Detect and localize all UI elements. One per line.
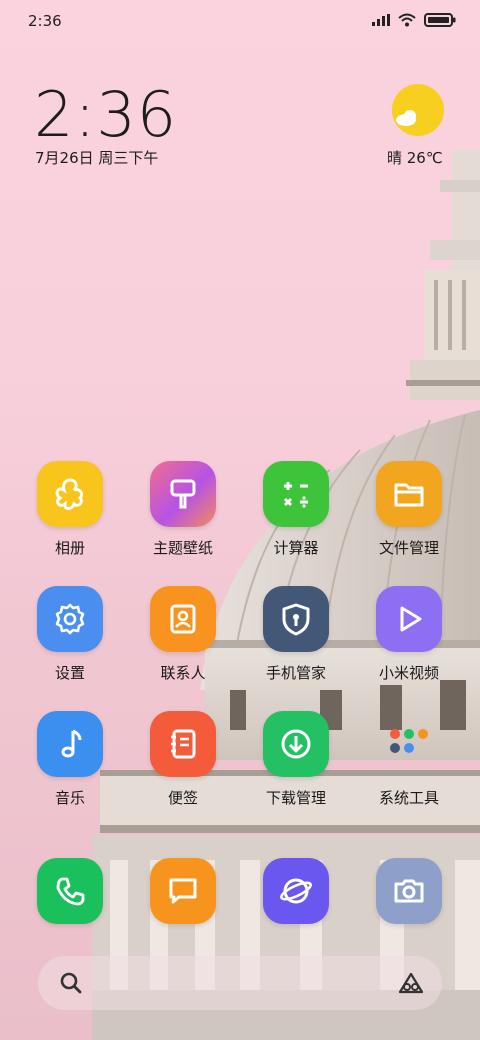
app-label: 主题壁纸 bbox=[152, 539, 213, 557]
battery-icon bbox=[424, 13, 456, 27]
assistant-icon[interactable] bbox=[398, 972, 424, 994]
app-mi-video[interactable]: 小米视频 bbox=[359, 586, 459, 683]
status-bar: 2:36 bbox=[0, 0, 480, 40]
status-icons bbox=[372, 13, 456, 27]
signal-icon bbox=[372, 14, 390, 26]
app-contacts[interactable]: 联系人 bbox=[133, 586, 233, 683]
clock-time[interactable]: 2:36 bbox=[34, 78, 177, 151]
app-label: 计算器 bbox=[273, 539, 319, 557]
app-themes[interactable]: 主题壁纸 bbox=[133, 461, 233, 558]
app-gallery[interactable]: 相册 bbox=[20, 461, 120, 558]
message-icon bbox=[150, 858, 216, 924]
folder-icon bbox=[376, 461, 442, 527]
app-settings[interactable]: 设置 bbox=[20, 586, 120, 683]
app-label: 文件管理 bbox=[378, 539, 439, 557]
notes-icon bbox=[150, 711, 216, 777]
app-label: 手机管家 bbox=[265, 664, 326, 682]
video-play-icon bbox=[376, 586, 442, 652]
app-label: 系统工具 bbox=[378, 789, 439, 807]
app-notes[interactable]: 便签 bbox=[133, 711, 233, 808]
clock-date: 7月26日 周三下午 bbox=[35, 149, 159, 167]
app-label: 相册 bbox=[54, 539, 85, 557]
app-label: 小米视频 bbox=[378, 664, 439, 682]
search-bar[interactable] bbox=[38, 956, 442, 1010]
dock-messages[interactable] bbox=[133, 858, 233, 924]
partly-sunny-icon[interactable] bbox=[392, 84, 444, 136]
themes-brush-icon bbox=[150, 461, 216, 527]
browser-icon bbox=[263, 858, 329, 924]
app-label: 下载管理 bbox=[265, 789, 326, 807]
security-shield-icon bbox=[263, 586, 329, 652]
dock-camera[interactable] bbox=[359, 858, 459, 924]
app-music[interactable]: 音乐 bbox=[20, 711, 120, 808]
wifi-icon bbox=[398, 13, 416, 27]
app-folder-system-tools[interactable]: 系统工具 bbox=[359, 711, 459, 808]
phone-icon bbox=[37, 858, 103, 924]
app-label: 联系人 bbox=[160, 664, 206, 682]
music-note-icon bbox=[37, 711, 103, 777]
download-icon bbox=[263, 711, 329, 777]
calculator-icon bbox=[263, 461, 329, 527]
gear-icon bbox=[37, 586, 103, 652]
camera-icon bbox=[376, 858, 442, 924]
dock-phone[interactable] bbox=[20, 858, 120, 924]
dock-browser[interactable] bbox=[246, 858, 346, 924]
app-label: 音乐 bbox=[54, 789, 85, 807]
search-icon bbox=[60, 972, 82, 994]
weather-text: 晴 26℃ bbox=[387, 149, 443, 167]
app-label: 便签 bbox=[167, 789, 198, 807]
app-calculator[interactable]: 计算器 bbox=[246, 461, 346, 558]
status-time: 2:36 bbox=[28, 12, 62, 30]
contacts-icon bbox=[150, 586, 216, 652]
folder-system-tools-icon bbox=[376, 711, 442, 777]
app-file-manager[interactable]: 文件管理 bbox=[359, 461, 459, 558]
gallery-icon bbox=[37, 461, 103, 527]
app-security[interactable]: 手机管家 bbox=[246, 586, 346, 683]
app-label: 设置 bbox=[54, 664, 85, 682]
app-download-manager[interactable]: 下载管理 bbox=[246, 711, 346, 808]
